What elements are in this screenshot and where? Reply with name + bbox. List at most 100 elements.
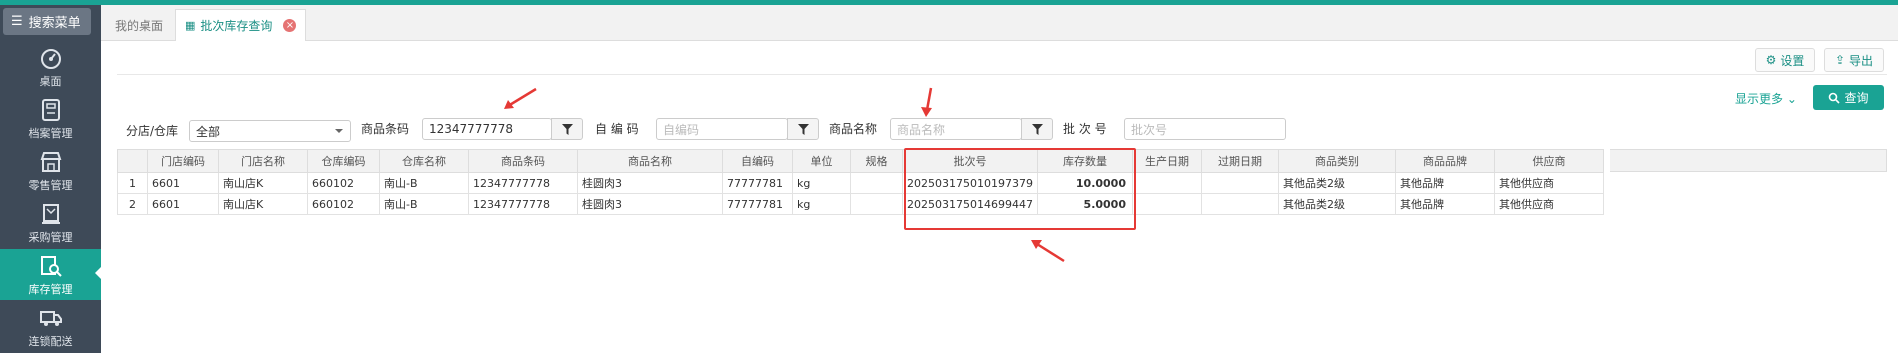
show-more-link[interactable]: 显示更多 ⌄: [1735, 90, 1797, 107]
archive-icon: [41, 99, 60, 121]
gear-icon: ⚙: [1765, 53, 1777, 67]
col-header-spec[interactable]: 规格: [850, 149, 903, 173]
col-header-product-name[interactable]: 商品名称: [577, 149, 723, 173]
export-button[interactable]: ⇪ 导出: [1824, 48, 1884, 72]
annotation-arrow-icon: [921, 87, 933, 117]
chevron-down-icon: ⌄: [1786, 92, 1797, 106]
dashboard-icon: [40, 49, 61, 69]
batch-input[interactable]: 批次号: [1124, 118, 1286, 140]
col-header-warehouse-name[interactable]: 仓库名称: [379, 149, 469, 173]
cell-unit: kg: [792, 172, 851, 194]
sidebar: ☰ 搜索菜单 桌面 档案管理 零售管理 采购管理 库存管理 连锁配送: [0, 5, 101, 353]
cell-barcode: 12347777778: [468, 193, 578, 215]
selfcode-filter-button[interactable]: [787, 118, 819, 140]
cell-production-date: [1132, 193, 1202, 215]
cell-index: 1: [117, 172, 148, 194]
sidebar-item-desktop[interactable]: 桌面: [0, 41, 101, 92]
sidebar-item-archive[interactable]: 档案管理: [0, 93, 101, 144]
caret-down-icon: [335, 129, 343, 137]
cell-selfcode: 77777781: [722, 193, 793, 215]
col-header-production-date[interactable]: 生产日期: [1132, 149, 1202, 173]
barcode-value: 12347777778: [429, 122, 513, 136]
menu-search-icon: ☰: [11, 14, 23, 29]
tab-label: 我的桌面: [115, 18, 164, 33]
tab-my-desktop[interactable]: 我的桌面: [103, 9, 175, 41]
cell-spec: [850, 193, 903, 215]
tab-label: 批次库存查询: [200, 19, 273, 33]
col-header-barcode[interactable]: 商品条码: [468, 149, 578, 173]
cell-store-code: 6601: [147, 172, 219, 194]
sidebar-item-label: 连锁配送: [28, 335, 73, 348]
col-header-brand[interactable]: 商品品牌: [1395, 149, 1495, 173]
sidebar-item-label: 桌面: [39, 75, 62, 88]
truck-icon: [39, 311, 62, 326]
cell-store-name: 南山店K: [218, 172, 308, 194]
cell-supplier: 其他供应商: [1494, 193, 1604, 215]
cell-store-code: 6601: [147, 193, 219, 215]
col-header-store-code[interactable]: 门店编码: [147, 149, 219, 173]
filter-icon: [561, 123, 573, 135]
cell-spec: [850, 172, 903, 194]
settings-label: 设置: [1780, 53, 1805, 68]
selfcode-input[interactable]: 自编码: [656, 118, 788, 140]
inventory-search-icon: [40, 256, 62, 277]
col-header-warehouse-code[interactable]: 仓库编码: [307, 149, 380, 173]
barcode-filter-button[interactable]: [551, 118, 583, 140]
col-header-store-name[interactable]: 门店名称: [218, 149, 308, 173]
cell-unit: kg: [792, 193, 851, 215]
col-header-expiry-date[interactable]: 过期日期: [1201, 149, 1279, 173]
cell-store-name: 南山店K: [218, 193, 308, 215]
col-header-category[interactable]: 商品类别: [1278, 149, 1396, 173]
col-header-supplier[interactable]: 供应商: [1494, 149, 1604, 173]
sidebar-item-inventory[interactable]: 库存管理: [0, 249, 101, 300]
barcode-input[interactable]: 12347777778: [422, 118, 552, 140]
show-more-label: 显示更多: [1735, 92, 1784, 106]
settings-button[interactable]: ⚙ 设置: [1755, 48, 1815, 72]
purchase-icon: [41, 204, 60, 224]
store-select[interactable]: 全部: [189, 120, 351, 142]
table-row[interactable]: 2 6601 南山店K 660102 南山-B 12347777778 桂圆肉3…: [117, 193, 1604, 215]
tab-batch-inventory[interactable]: ▦ 批次库存查询 ×: [175, 9, 307, 41]
table-header-row: 门店编码 门店名称 仓库编码 仓库名称 商品条码 商品名称 自编码 单位 规格 …: [117, 149, 1604, 173]
product-name-label: 商品名称: [829, 122, 878, 136]
export-label: 导出: [1849, 53, 1874, 68]
sidebar-item-purchase[interactable]: 采购管理: [0, 197, 101, 248]
annotation-arrow-icon: [1031, 240, 1065, 263]
sidebar-item-label: 库存管理: [28, 283, 73, 296]
col-header-selfcode[interactable]: 自编码: [722, 149, 793, 173]
selfcode-label: 自 编 码: [595, 122, 639, 136]
store-icon: [40, 152, 61, 172]
batch-label: 批 次 号: [1063, 122, 1107, 136]
product-name-input[interactable]: 商品名称: [890, 118, 1022, 140]
tab-bar: 我的桌面 ▦ 批次库存查询 ×: [101, 5, 1898, 41]
cell-brand: 其他品牌: [1395, 172, 1495, 194]
filter-icon: [1031, 123, 1043, 135]
query-button[interactable]: 查询: [1813, 85, 1884, 110]
product-name-placeholder: 商品名称: [897, 122, 946, 137]
table-icon: ▦: [185, 19, 196, 32]
cell-index: 2: [117, 193, 148, 215]
product-name-filter-button[interactable]: [1021, 118, 1053, 140]
close-icon[interactable]: ×: [283, 19, 297, 32]
sidebar-item-retail[interactable]: 零售管理: [0, 145, 101, 196]
col-header-unit[interactable]: 单位: [792, 149, 851, 173]
table-row[interactable]: 1 6601 南山店K 660102 南山-B 12347777778 桂圆肉3…: [117, 172, 1604, 194]
cell-warehouse-code: 660102: [307, 193, 380, 215]
divider: [117, 74, 1887, 75]
sidebar-item-delivery[interactable]: 连锁配送: [0, 301, 101, 352]
search-menu-button[interactable]: ☰ 搜索菜单: [3, 8, 91, 35]
store-select-value: 全部: [196, 124, 221, 139]
cell-production-date: [1132, 172, 1202, 194]
cell-warehouse-name: 南山-B: [379, 193, 469, 215]
cell-category: 其他品类2级: [1278, 172, 1396, 194]
sidebar-item-label: 零售管理: [28, 179, 73, 192]
highlight-box: [904, 148, 1136, 230]
cell-warehouse-code: 660102: [307, 172, 380, 194]
cell-supplier: 其他供应商: [1494, 172, 1604, 194]
col-header-index: [117, 149, 148, 173]
cell-category: 其他品类2级: [1278, 193, 1396, 215]
search-icon: [1829, 92, 1841, 104]
sidebar-item-label: 档案管理: [28, 127, 73, 140]
table-header-filler: [1610, 149, 1887, 172]
cell-expiry-date: [1201, 172, 1279, 194]
